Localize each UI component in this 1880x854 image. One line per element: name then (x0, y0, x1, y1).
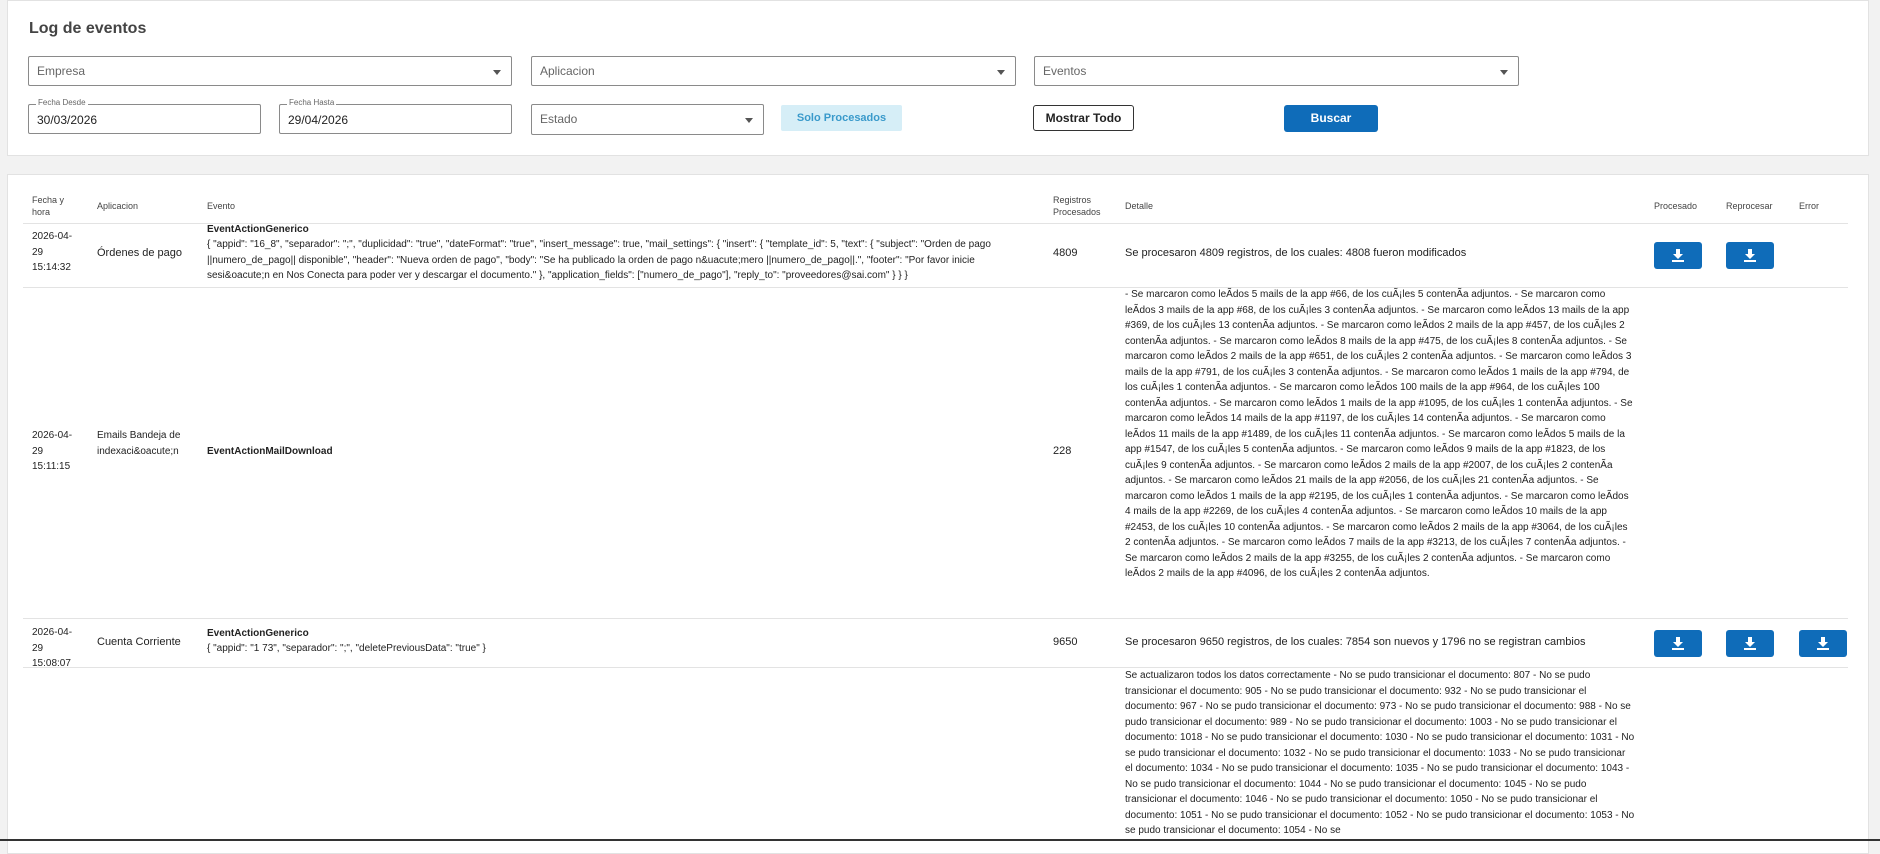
eventos-select-value: Eventos (1043, 64, 1087, 78)
header-error: Error (1799, 201, 1819, 211)
procesado-download-button[interactable] (1654, 242, 1702, 269)
reprocesar-download-button[interactable] (1726, 630, 1774, 657)
row-aplicacion: Emails Bandeja de indexaci&oacute;n (97, 430, 181, 457)
estado-select[interactable]: Estado (531, 104, 764, 135)
row-evento-params: { "appid": "16_8", "separador": ";", "du… (207, 239, 991, 281)
chevron-down-icon (997, 70, 1005, 75)
events-table: Fecha y hora Aplicacion Evento Registros… (7, 174, 1869, 854)
row-detalle: Se actualizaron todos los datos correcta… (1125, 670, 1635, 836)
header-fecha: Fecha y hora (32, 195, 65, 217)
aplicacion-select-value: Aplicacion (540, 64, 595, 78)
page-title: Log de eventos (29, 20, 147, 37)
download-icon (1744, 249, 1756, 262)
header-registros: Registros Procesados (1053, 195, 1101, 217)
header-reprocesar: Reprocesar (1726, 201, 1773, 211)
fecha-hasta-label: Fecha Hasta (287, 98, 337, 108)
fecha-hasta-value: 29/04/2026 (288, 113, 349, 127)
procesado-download-button[interactable] (1654, 630, 1702, 657)
header-detalle: Detalle (1125, 201, 1154, 211)
buscar-button[interactable]: Buscar (1284, 105, 1378, 132)
estado-select-value: Estado (540, 112, 578, 126)
aplicacion-select[interactable]: Aplicacion (531, 56, 1016, 86)
row-evento-nombre: EventActionGenerico (207, 628, 309, 639)
eventos-select[interactable]: Eventos (1034, 56, 1519, 86)
row-evento-nombre: EventActionGenerico (207, 224, 309, 235)
row-divider (23, 618, 1848, 619)
download-icon (1672, 637, 1684, 650)
header-evento: Evento (207, 201, 236, 211)
fecha-desde-value: 30/03/2026 (37, 113, 98, 127)
row-registros: 228 (1053, 445, 1072, 457)
chevron-down-icon (1500, 70, 1508, 75)
row-evento-params: { "appid": "1 73", "separador": ";", "de… (207, 643, 486, 654)
fecha-desde-label: Fecha Desde (36, 98, 88, 108)
row-detalle: Se procesaron 4809 registros, de los cua… (1125, 247, 1467, 259)
download-icon (1817, 637, 1829, 650)
error-download-button[interactable] (1799, 630, 1847, 657)
empresa-select[interactable]: Empresa (28, 56, 512, 86)
fecha-hasta-field[interactable]: Fecha Hasta 29/04/2026 (279, 98, 512, 134)
row-aplicacion: Cuenta Corriente (97, 636, 181, 648)
fecha-desde-field[interactable]: Fecha Desde 30/03/2026 (28, 98, 261, 134)
row-detalle: Se procesaron 9650 registros, de los cua… (1125, 636, 1586, 648)
row-registros: 4809 (1053, 247, 1078, 259)
header-aplicacion: Aplicacion (97, 201, 139, 211)
row-aplicacion: Órdenes de pago (97, 247, 183, 259)
row-fecha: 2026-04-29 15:08:07 (32, 627, 73, 669)
chevron-down-icon (745, 118, 753, 123)
empresa-select-value: Empresa (37, 64, 86, 78)
row-registros: 9650 (1053, 636, 1078, 648)
download-icon (1672, 249, 1684, 262)
reprocesar-download-button[interactable] (1726, 242, 1774, 269)
row-fecha: 2026-04-29 15:14:32 (32, 231, 73, 273)
solo-procesados-button[interactable]: Solo Procesados (781, 105, 902, 131)
row-fecha: 2026-04-29 15:11:15 (32, 430, 73, 472)
download-icon (1744, 637, 1756, 650)
mostrar-todo-button[interactable]: Mostrar Todo (1033, 105, 1134, 131)
row-detalle: - Se marcaron como leÃdos 5 mails de la … (1125, 289, 1633, 579)
chevron-down-icon (493, 70, 501, 75)
row-evento-nombre: EventActionMailDownload (207, 446, 333, 457)
header-procesado: Procesado (1654, 201, 1698, 211)
